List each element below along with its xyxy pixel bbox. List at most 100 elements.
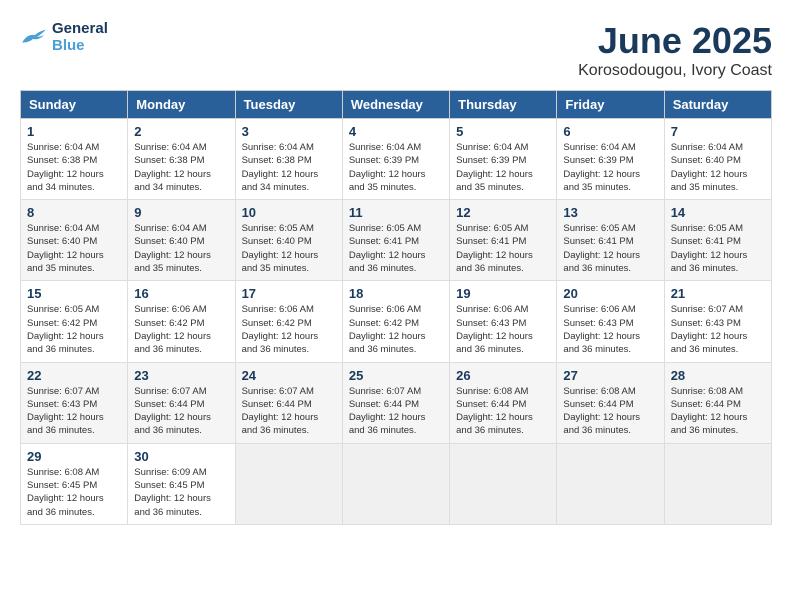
day-info: Sunrise: 6:06 AM Sunset: 6:43 PM Dayligh… xyxy=(563,303,657,356)
calendar-cell: 22 Sunrise: 6:07 AM Sunset: 6:43 PM Dayl… xyxy=(21,362,128,443)
day-number: 13 xyxy=(563,205,657,220)
calendar-cell: 5 Sunrise: 6:04 AM Sunset: 6:39 PM Dayli… xyxy=(450,119,557,200)
day-info: Sunrise: 6:05 AM Sunset: 6:41 PM Dayligh… xyxy=(349,222,443,275)
day-number: 10 xyxy=(242,205,336,220)
logo-icon xyxy=(20,26,48,48)
calendar-cell: 17 Sunrise: 6:06 AM Sunset: 6:42 PM Dayl… xyxy=(235,281,342,362)
day-number: 18 xyxy=(349,286,443,301)
day-number: 24 xyxy=(242,368,336,383)
location-title: Korosodougou, Ivory Coast xyxy=(578,62,772,80)
calendar-header-tuesday: Tuesday xyxy=(235,91,342,119)
day-number: 29 xyxy=(27,449,121,464)
day-number: 17 xyxy=(242,286,336,301)
day-info: Sunrise: 6:04 AM Sunset: 6:40 PM Dayligh… xyxy=(134,222,228,275)
title-area: June 2025 Korosodougou, Ivory Coast xyxy=(578,20,772,80)
day-number: 19 xyxy=(456,286,550,301)
logo-text: General Blue xyxy=(52,20,108,54)
calendar-cell: 19 Sunrise: 6:06 AM Sunset: 6:43 PM Dayl… xyxy=(450,281,557,362)
calendar-cell xyxy=(450,443,557,524)
day-number: 22 xyxy=(27,368,121,383)
day-number: 27 xyxy=(563,368,657,383)
day-number: 6 xyxy=(563,124,657,139)
calendar-cell: 10 Sunrise: 6:05 AM Sunset: 6:40 PM Dayl… xyxy=(235,200,342,281)
day-info: Sunrise: 6:05 AM Sunset: 6:41 PM Dayligh… xyxy=(456,222,550,275)
calendar-header-wednesday: Wednesday xyxy=(342,91,449,119)
calendar-cell: 6 Sunrise: 6:04 AM Sunset: 6:39 PM Dayli… xyxy=(557,119,664,200)
day-info: Sunrise: 6:06 AM Sunset: 6:43 PM Dayligh… xyxy=(456,303,550,356)
day-number: 1 xyxy=(27,124,121,139)
day-number: 2 xyxy=(134,124,228,139)
day-number: 21 xyxy=(671,286,765,301)
day-info: Sunrise: 6:08 AM Sunset: 6:44 PM Dayligh… xyxy=(563,385,657,438)
day-info: Sunrise: 6:09 AM Sunset: 6:45 PM Dayligh… xyxy=(134,466,228,519)
day-info: Sunrise: 6:04 AM Sunset: 6:38 PM Dayligh… xyxy=(27,141,121,194)
day-info: Sunrise: 6:06 AM Sunset: 6:42 PM Dayligh… xyxy=(134,303,228,356)
calendar-cell: 20 Sunrise: 6:06 AM Sunset: 6:43 PM Dayl… xyxy=(557,281,664,362)
calendar-week-3: 15 Sunrise: 6:05 AM Sunset: 6:42 PM Dayl… xyxy=(21,281,772,362)
day-info: Sunrise: 6:05 AM Sunset: 6:41 PM Dayligh… xyxy=(563,222,657,275)
calendar-cell: 28 Sunrise: 6:08 AM Sunset: 6:44 PM Dayl… xyxy=(664,362,771,443)
calendar-week-4: 22 Sunrise: 6:07 AM Sunset: 6:43 PM Dayl… xyxy=(21,362,772,443)
calendar-cell: 11 Sunrise: 6:05 AM Sunset: 6:41 PM Dayl… xyxy=(342,200,449,281)
calendar-cell: 14 Sunrise: 6:05 AM Sunset: 6:41 PM Dayl… xyxy=(664,200,771,281)
day-number: 20 xyxy=(563,286,657,301)
calendar-header-thursday: Thursday xyxy=(450,91,557,119)
day-number: 9 xyxy=(134,205,228,220)
day-number: 25 xyxy=(349,368,443,383)
calendar-cell: 4 Sunrise: 6:04 AM Sunset: 6:39 PM Dayli… xyxy=(342,119,449,200)
calendar-cell: 29 Sunrise: 6:08 AM Sunset: 6:45 PM Dayl… xyxy=(21,443,128,524)
day-info: Sunrise: 6:08 AM Sunset: 6:44 PM Dayligh… xyxy=(456,385,550,438)
day-info: Sunrise: 6:08 AM Sunset: 6:45 PM Dayligh… xyxy=(27,466,121,519)
day-info: Sunrise: 6:04 AM Sunset: 6:39 PM Dayligh… xyxy=(349,141,443,194)
calendar-cell: 7 Sunrise: 6:04 AM Sunset: 6:40 PM Dayli… xyxy=(664,119,771,200)
day-info: Sunrise: 6:07 AM Sunset: 6:44 PM Dayligh… xyxy=(134,385,228,438)
calendar-cell: 3 Sunrise: 6:04 AM Sunset: 6:38 PM Dayli… xyxy=(235,119,342,200)
calendar-header-row: SundayMondayTuesdayWednesdayThursdayFrid… xyxy=(21,91,772,119)
calendar-week-1: 1 Sunrise: 6:04 AM Sunset: 6:38 PM Dayli… xyxy=(21,119,772,200)
calendar-cell: 18 Sunrise: 6:06 AM Sunset: 6:42 PM Dayl… xyxy=(342,281,449,362)
day-info: Sunrise: 6:07 AM Sunset: 6:43 PM Dayligh… xyxy=(671,303,765,356)
calendar-cell: 13 Sunrise: 6:05 AM Sunset: 6:41 PM Dayl… xyxy=(557,200,664,281)
calendar-table: SundayMondayTuesdayWednesdayThursdayFrid… xyxy=(20,90,772,525)
calendar-cell: 30 Sunrise: 6:09 AM Sunset: 6:45 PM Dayl… xyxy=(128,443,235,524)
day-number: 8 xyxy=(27,205,121,220)
calendar-cell: 15 Sunrise: 6:05 AM Sunset: 6:42 PM Dayl… xyxy=(21,281,128,362)
calendar-week-5: 29 Sunrise: 6:08 AM Sunset: 6:45 PM Dayl… xyxy=(21,443,772,524)
day-number: 7 xyxy=(671,124,765,139)
day-number: 23 xyxy=(134,368,228,383)
day-info: Sunrise: 6:06 AM Sunset: 6:42 PM Dayligh… xyxy=(242,303,336,356)
calendar-cell: 25 Sunrise: 6:07 AM Sunset: 6:44 PM Dayl… xyxy=(342,362,449,443)
calendar-cell: 2 Sunrise: 6:04 AM Sunset: 6:38 PM Dayli… xyxy=(128,119,235,200)
day-info: Sunrise: 6:04 AM Sunset: 6:39 PM Dayligh… xyxy=(456,141,550,194)
day-info: Sunrise: 6:05 AM Sunset: 6:40 PM Dayligh… xyxy=(242,222,336,275)
day-info: Sunrise: 6:04 AM Sunset: 6:38 PM Dayligh… xyxy=(134,141,228,194)
calendar-cell xyxy=(557,443,664,524)
calendar-cell: 8 Sunrise: 6:04 AM Sunset: 6:40 PM Dayli… xyxy=(21,200,128,281)
day-info: Sunrise: 6:04 AM Sunset: 6:39 PM Dayligh… xyxy=(563,141,657,194)
calendar-header-monday: Monday xyxy=(128,91,235,119)
month-title: June 2025 xyxy=(578,20,772,62)
day-number: 5 xyxy=(456,124,550,139)
calendar-header-saturday: Saturday xyxy=(664,91,771,119)
day-info: Sunrise: 6:08 AM Sunset: 6:44 PM Dayligh… xyxy=(671,385,765,438)
day-info: Sunrise: 6:04 AM Sunset: 6:40 PM Dayligh… xyxy=(671,141,765,194)
calendar-cell: 23 Sunrise: 6:07 AM Sunset: 6:44 PM Dayl… xyxy=(128,362,235,443)
day-number: 16 xyxy=(134,286,228,301)
day-info: Sunrise: 6:05 AM Sunset: 6:42 PM Dayligh… xyxy=(27,303,121,356)
calendar-cell: 16 Sunrise: 6:06 AM Sunset: 6:42 PM Dayl… xyxy=(128,281,235,362)
day-number: 14 xyxy=(671,205,765,220)
day-number: 4 xyxy=(349,124,443,139)
day-number: 30 xyxy=(134,449,228,464)
day-number: 12 xyxy=(456,205,550,220)
day-number: 26 xyxy=(456,368,550,383)
calendar-cell: 24 Sunrise: 6:07 AM Sunset: 6:44 PM Dayl… xyxy=(235,362,342,443)
calendar-cell xyxy=(664,443,771,524)
calendar-cell: 9 Sunrise: 6:04 AM Sunset: 6:40 PM Dayli… xyxy=(128,200,235,281)
calendar-cell xyxy=(342,443,449,524)
calendar-header-friday: Friday xyxy=(557,91,664,119)
day-number: 11 xyxy=(349,205,443,220)
day-info: Sunrise: 6:07 AM Sunset: 6:43 PM Dayligh… xyxy=(27,385,121,438)
day-info: Sunrise: 6:04 AM Sunset: 6:40 PM Dayligh… xyxy=(27,222,121,275)
day-info: Sunrise: 6:05 AM Sunset: 6:41 PM Dayligh… xyxy=(671,222,765,275)
page-header: General Blue June 2025 Korosodougou, Ivo… xyxy=(20,20,772,80)
